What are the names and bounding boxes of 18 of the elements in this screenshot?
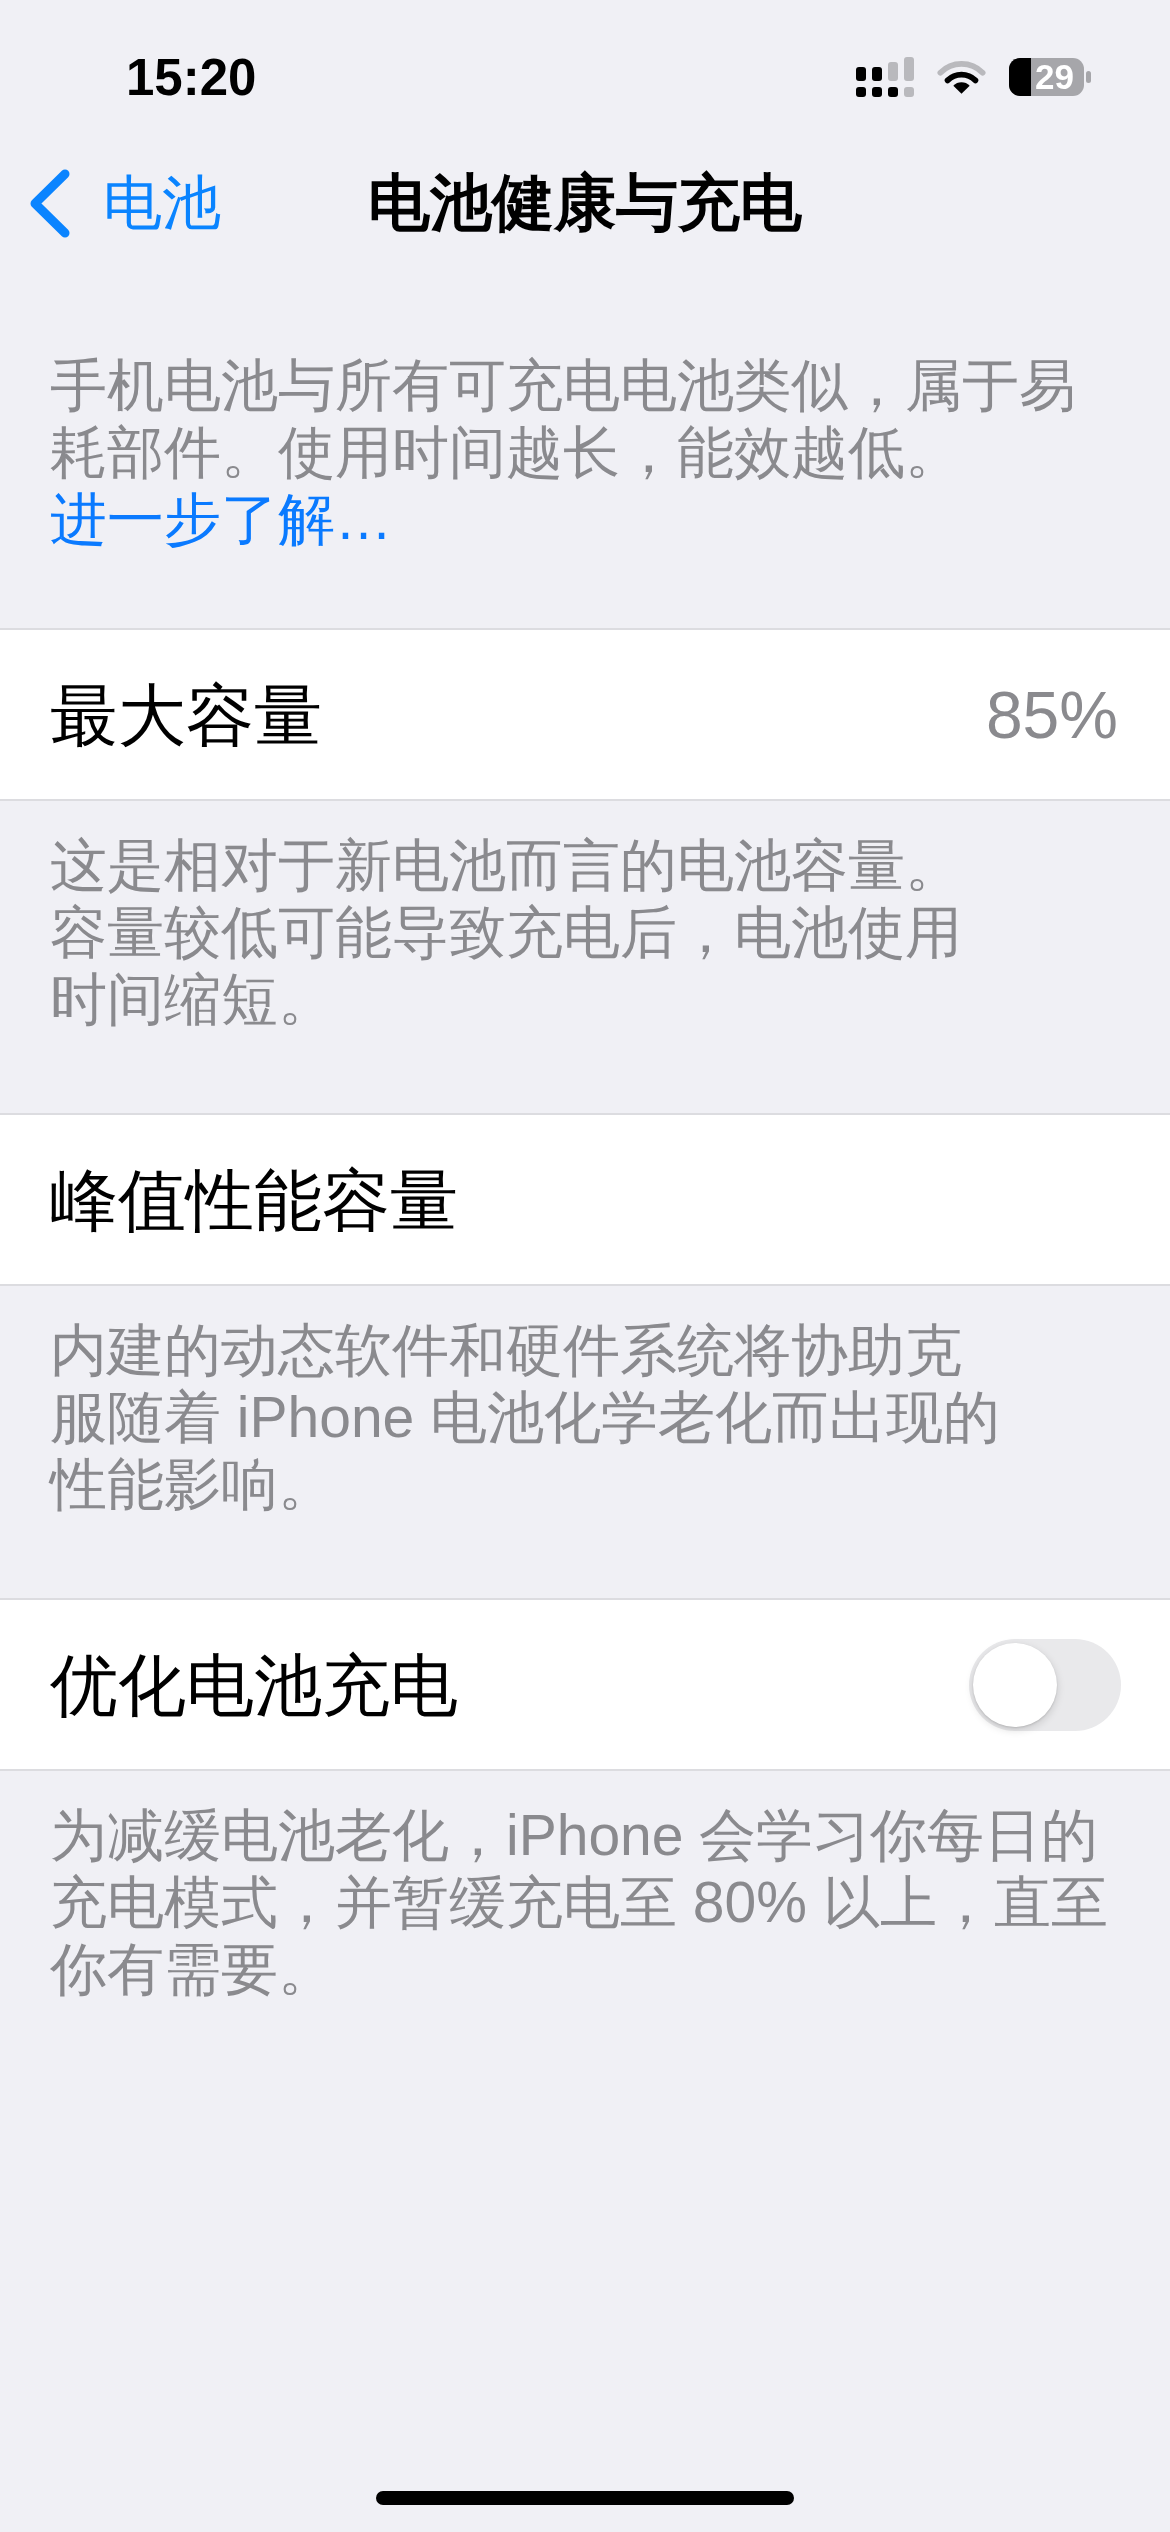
section-footer-text: 这是相对于新电池而言的电池容量。容量较低可能导致充电后，电池使用时间缩短。 [50,832,963,1033]
battery-percentage: 29 [1035,62,1074,92]
row-label: 峰值性能容量 [50,1165,458,1234]
learn-more-link[interactable]: 进一步了解… [50,487,392,551]
row-value: 85% [985,681,1118,748]
signal-icon [856,57,914,97]
status-time: 15:20 [126,51,257,103]
page-title: 电池健康与充电 [368,172,802,234]
chevron-left-icon [29,168,70,238]
row-label: 最大容量 [50,680,322,749]
back-button[interactable]: 电池 [29,168,221,238]
battery-icon [1009,58,1091,96]
intro-text: 手机电池与所有可充电电池类似，属于易耗部件。使用时间越长，能效越低。 进一步了解… [50,352,1077,553]
row-label: 优化电池充电 [50,1650,458,1719]
section-footer-text: 内建的动态软件和硬件系统将协助克服随着 iPhone 电池化学老化而出现的性能影响。 [50,1317,1002,1518]
home-indicator[interactable] [376,2491,794,2505]
section-footer-text: 为减缓电池老化，iPhone 会学习你每日的充电模式，并暂缓充电至 80% 以上，直至你有需要。 [50,1802,1109,2003]
wifi-icon [937,58,986,96]
